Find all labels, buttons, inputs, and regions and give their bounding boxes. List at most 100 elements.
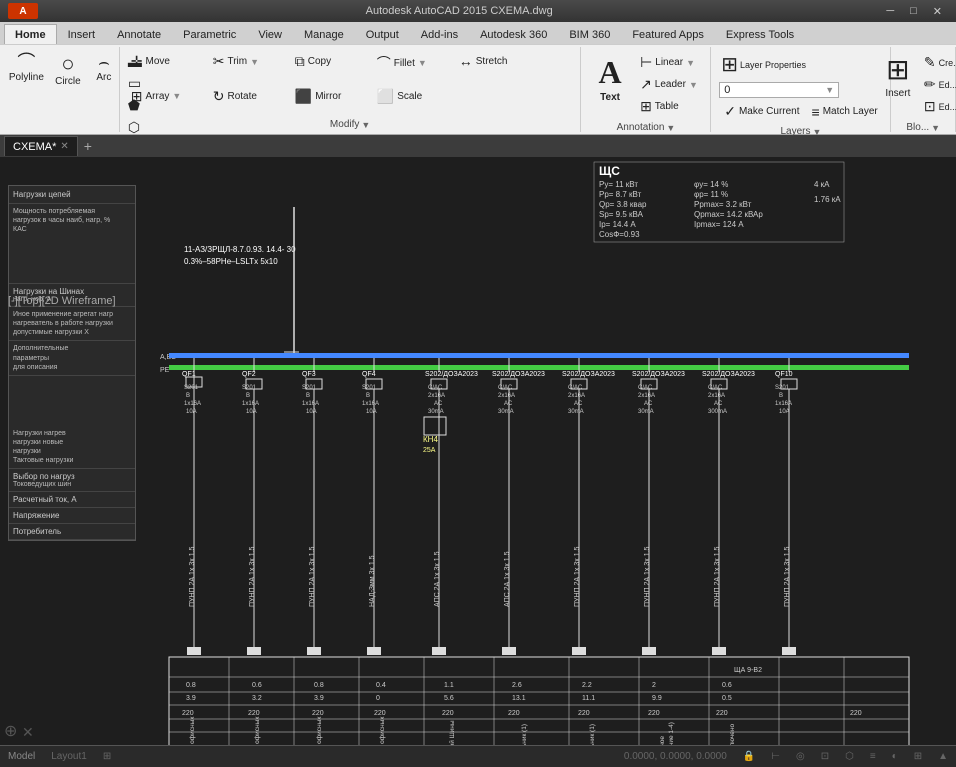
minimize-button[interactable]: ─ bbox=[880, 5, 900, 18]
svg-text:2x16А: 2x16А bbox=[428, 393, 445, 399]
svg-text:РЕ: РЕ bbox=[160, 367, 170, 374]
doc-tab-cxema[interactable]: CXEMA* ✕ bbox=[4, 136, 78, 156]
tab-express[interactable]: Express Tools bbox=[715, 24, 805, 44]
annotation-group-label: Annotation ▼ bbox=[617, 122, 676, 133]
svg-text:АС: АС bbox=[434, 401, 443, 407]
status-3dosnap[interactable]: ⬡ bbox=[845, 751, 854, 762]
svg-text:КН4: КН4 bbox=[423, 435, 438, 444]
layer-properties-button[interactable]: ⊞ Layer Properties bbox=[719, 51, 808, 79]
svg-text:Аварийное: Аварийное bbox=[658, 736, 666, 745]
svg-text:220: 220 bbox=[508, 710, 520, 717]
polyline-button[interactable]: ⌒ Polyline bbox=[5, 51, 48, 86]
svg-text:1x16А: 1x16А bbox=[362, 401, 379, 407]
close-button[interactable]: ✕ bbox=[927, 5, 948, 18]
layers-expander[interactable]: ▼ bbox=[813, 127, 822, 137]
svg-text:φр= 11 %: φр= 11 % bbox=[694, 190, 728, 199]
tab-featured[interactable]: Featured Apps bbox=[621, 24, 715, 44]
tab-home[interactable]: Home bbox=[4, 24, 57, 44]
drawing-area[interactable]: [-][Top][2D Wireframe] Нагрузки цепей Мо… bbox=[0, 157, 956, 745]
fillet-button[interactable]: ⌒ Fillet ▼ bbox=[372, 51, 452, 75]
svg-text:1.1: 1.1 bbox=[444, 682, 454, 689]
leader-button[interactable]: ↗ Leader ▼ bbox=[635, 74, 703, 95]
array-button[interactable]: ⊞ Array ▼ bbox=[126, 86, 206, 107]
svg-text:S202/ДОЗA2023: S202/ДОЗA2023 bbox=[632, 371, 685, 378]
block-expander[interactable]: ▼ bbox=[931, 123, 940, 133]
maximize-button[interactable]: □ bbox=[904, 5, 923, 18]
match-layer-button[interactable]: ≡ Match Layer bbox=[807, 101, 883, 122]
text-button[interactable]: A Text bbox=[588, 51, 632, 106]
svg-text:Розетки офисных: Розетки офисных bbox=[379, 716, 386, 745]
insert-button[interactable]: ⊞ Insert bbox=[880, 51, 916, 102]
svg-text:2.2: 2.2 bbox=[582, 682, 592, 689]
svg-text:S202/ДОЗA2023: S202/ДОЗA2023 bbox=[702, 371, 755, 378]
stretch-button[interactable]: ↔ Stretch bbox=[454, 51, 534, 71]
tab-parametric[interactable]: Parametric bbox=[172, 24, 247, 44]
tab-output[interactable]: Output bbox=[355, 24, 410, 44]
rotate-button[interactable]: ↻ Rotate bbox=[208, 86, 288, 107]
svg-text:S202/ДОЗA2023: S202/ДОЗA2023 bbox=[562, 371, 615, 378]
svg-text:АПС 2А 1х 3х 1.5: АПС 2А 1х 3х 1.5 bbox=[434, 551, 441, 607]
tab-autodesk360[interactable]: Autodesk 360 bbox=[469, 24, 558, 44]
make-current-button[interactable]: ✓ Make Current bbox=[719, 101, 804, 122]
status-grid[interactable]: ⊞ bbox=[103, 751, 111, 762]
scale-button[interactable]: ⬜ Scale bbox=[372, 86, 452, 107]
svg-text:Розетки офисных: Розетки офисных bbox=[254, 716, 261, 745]
left-panel: Нагрузки цепей Мощность потребляемаянагр… bbox=[8, 185, 136, 541]
edit-block-button[interactable]: ✏ Ed... bbox=[919, 74, 956, 95]
status-lineweight[interactable]: ≡ bbox=[870, 751, 876, 762]
move-button[interactable]: ✛ Move bbox=[126, 51, 206, 72]
close-indicator[interactable]: ✕ bbox=[22, 724, 34, 741]
tab-view[interactable]: View bbox=[247, 24, 293, 44]
table-button[interactable]: ⊞ Table bbox=[635, 96, 703, 117]
svg-text:С/АС: С/АС bbox=[638, 385, 653, 391]
line-button[interactable]: ╱ Line bbox=[0, 51, 3, 90]
tab-addins[interactable]: Add-ins bbox=[410, 24, 469, 44]
svg-text:9.9: 9.9 bbox=[652, 695, 662, 702]
doc-tab-close[interactable]: ✕ bbox=[60, 141, 68, 152]
svg-text:30mА: 30mА bbox=[568, 409, 584, 415]
svg-text:QF10: QF10 bbox=[775, 371, 793, 378]
svg-text:0.8: 0.8 bbox=[314, 682, 324, 689]
svg-text:Розетки офисных: Розетки офисных bbox=[316, 716, 323, 745]
svg-text:2x16А: 2x16А bbox=[638, 393, 655, 399]
modify-expander[interactable]: ▼ bbox=[361, 120, 370, 130]
status-transparency[interactable]: ◐ bbox=[892, 751, 898, 762]
svg-text:В: В bbox=[779, 393, 783, 399]
copy-button[interactable]: ⧉ Copy bbox=[290, 51, 370, 72]
tab-bim360[interactable]: BIM 360 bbox=[558, 24, 621, 44]
status-model[interactable]: Model bbox=[8, 751, 35, 762]
svg-text:5.6: 5.6 bbox=[444, 695, 454, 702]
status-lock[interactable]: 🔒 bbox=[743, 751, 755, 762]
new-tab-button[interactable]: + bbox=[80, 138, 96, 154]
svg-text:220: 220 bbox=[312, 710, 324, 717]
modify-group-items: ✛ Move ✂ Trim ▼ ⧉ Copy ⌒ Fillet ▼ bbox=[124, 49, 577, 117]
trim-button[interactable]: ✂ Trim ▼ bbox=[208, 51, 288, 72]
tab-annotate[interactable]: Annotate bbox=[106, 24, 172, 44]
tab-insert[interactable]: Insert bbox=[57, 24, 107, 44]
status-osnap[interactable]: ⊡ bbox=[821, 751, 829, 762]
status-selection[interactable]: ⊞ bbox=[914, 751, 922, 762]
window-title: Autodesk AutoCAD 2015 CXEMA.dwg bbox=[38, 5, 880, 17]
arc-button[interactable]: ⌢ Arc bbox=[88, 51, 120, 86]
mirror-button[interactable]: ⬛ Mirror bbox=[290, 86, 370, 107]
svg-text:2x16А: 2x16А bbox=[568, 393, 585, 399]
status-polar[interactable]: ◎ bbox=[796, 751, 805, 762]
tab-manage[interactable]: Manage bbox=[293, 24, 355, 44]
svg-text:1x16А: 1x16А bbox=[242, 401, 259, 407]
create-block-button[interactable]: ✎ Cre... bbox=[919, 52, 956, 73]
svg-text:С/АС: С/АС bbox=[708, 385, 723, 391]
svg-text:Концевой Шины: Концевой Шины bbox=[448, 720, 456, 745]
edit2-block-button[interactable]: ⊡ Ed... bbox=[919, 96, 956, 117]
status-ortho[interactable]: ⊢ bbox=[771, 751, 780, 762]
linear-button[interactable]: ⊢ Linear ▼ bbox=[635, 52, 703, 73]
panel-section-1: Нагрузки цепей bbox=[9, 186, 135, 204]
panel-section-10: Потребитель bbox=[9, 524, 135, 540]
layer-dropdown[interactable]: 0 ▼ bbox=[719, 82, 839, 98]
svg-text:В: В bbox=[186, 393, 190, 399]
status-layout1[interactable]: Layout1 bbox=[51, 751, 87, 762]
circle-button[interactable]: ○ Circle bbox=[50, 51, 86, 90]
svg-text:С/АС: С/АС bbox=[428, 385, 443, 391]
status-annotscale[interactable]: ▲ bbox=[938, 751, 948, 762]
svg-text:220: 220 bbox=[374, 710, 386, 717]
annotation-expander[interactable]: ▼ bbox=[666, 123, 675, 133]
